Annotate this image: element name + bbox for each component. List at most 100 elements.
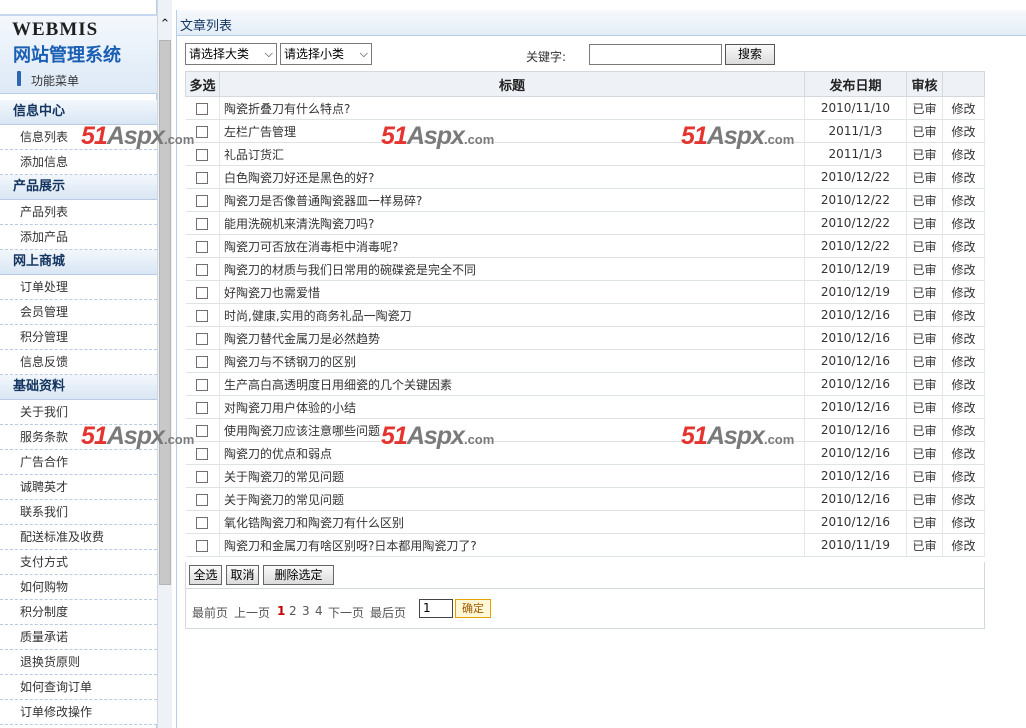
row-title[interactable]: 陶瓷折叠刀有什么特点? — [219, 96, 805, 120]
row-title[interactable]: 对陶瓷刀用户体验的小结 — [219, 395, 805, 419]
row-edit-link[interactable]: 修改 — [942, 510, 985, 534]
nav-group-header[interactable]: 基础资料 — [0, 375, 157, 400]
row-checkbox[interactable] — [196, 102, 209, 115]
row-edit-link[interactable]: 修改 — [942, 257, 985, 281]
pager-page-3[interactable]: 3 — [302, 604, 310, 618]
row-title[interactable]: 关于陶瓷刀的常见问题 — [219, 464, 805, 488]
sidebar-item[interactable]: 如何购物 — [0, 575, 157, 600]
row-title[interactable]: 氧化锆陶瓷刀和陶瓷刀有什么区别 — [219, 510, 805, 534]
row-title[interactable]: 陶瓷刀和金属刀有啥区别呀?日本都用陶瓷刀了? — [219, 533, 805, 557]
row-audit-status[interactable]: 已审 — [906, 165, 943, 189]
row-edit-link[interactable]: 修改 — [942, 487, 985, 511]
sidebar-scrollbar[interactable]: ⌃ — [157, 0, 172, 728]
row-edit-link[interactable]: 修改 — [942, 395, 985, 419]
search-button[interactable]: 搜索 — [725, 44, 775, 65]
sidebar-item[interactable]: 广告合作 — [0, 450, 157, 475]
row-edit-link[interactable]: 修改 — [942, 303, 985, 327]
row-title[interactable]: 礼品订货汇 — [219, 142, 805, 166]
row-edit-link[interactable]: 修改 — [942, 418, 985, 442]
nav-group-header[interactable]: 信息中心 — [0, 100, 157, 125]
row-audit-status[interactable]: 已审 — [906, 211, 943, 235]
row-title[interactable]: 陶瓷刀替代金属刀是必然趋势 — [219, 326, 805, 350]
row-checkbox[interactable] — [196, 125, 209, 138]
sidebar-item[interactable]: 会员管理 — [0, 300, 157, 325]
sidebar-item[interactable]: 积分管理 — [0, 325, 157, 350]
row-title[interactable]: 陶瓷刀的优点和弱点 — [219, 441, 805, 465]
row-audit-status[interactable]: 已审 — [906, 303, 943, 327]
cancel-button[interactable]: 取消 — [226, 565, 259, 585]
row-edit-link[interactable]: 修改 — [942, 188, 985, 212]
sidebar-item[interactable]: 信息反馈 — [0, 350, 157, 375]
keyword-input[interactable] — [589, 44, 722, 65]
row-edit-link[interactable]: 修改 — [942, 211, 985, 235]
row-title[interactable]: 陶瓷刀与不锈钢刀的区别 — [219, 349, 805, 373]
row-edit-link[interactable]: 修改 — [942, 165, 985, 189]
row-checkbox[interactable] — [196, 309, 209, 322]
pager-first[interactable]: 最前页 — [192, 604, 228, 621]
row-edit-link[interactable]: 修改 — [942, 234, 985, 258]
row-checkbox[interactable] — [196, 493, 209, 506]
row-checkbox[interactable] — [196, 240, 209, 253]
row-audit-status[interactable]: 已审 — [906, 280, 943, 304]
row-checkbox[interactable] — [196, 217, 209, 230]
pager-page-4[interactable]: 4 — [315, 604, 323, 618]
row-edit-link[interactable]: 修改 — [942, 326, 985, 350]
nav-group-header[interactable]: 网上商城 — [0, 250, 157, 275]
row-audit-status[interactable]: 已审 — [906, 234, 943, 258]
pager-last[interactable]: 最后页 — [370, 604, 406, 621]
sidebar-item[interactable]: 积分制度 — [0, 600, 157, 625]
nav-group-header[interactable]: 产品展示 — [0, 175, 157, 200]
row-checkbox[interactable] — [196, 194, 209, 207]
row-edit-link[interactable]: 修改 — [942, 280, 985, 304]
row-audit-status[interactable]: 已审 — [906, 188, 943, 212]
pager-next[interactable]: 下一页 — [328, 604, 364, 621]
row-edit-link[interactable]: 修改 — [942, 119, 985, 143]
row-audit-status[interactable]: 已审 — [906, 372, 943, 396]
row-checkbox[interactable] — [196, 378, 209, 391]
row-checkbox[interactable] — [196, 332, 209, 345]
row-title[interactable]: 使用陶瓷刀应该注意哪些问题 — [219, 418, 805, 442]
row-checkbox[interactable] — [196, 424, 209, 437]
row-audit-status[interactable]: 已审 — [906, 257, 943, 281]
row-checkbox[interactable] — [196, 539, 209, 552]
sidebar-item[interactable]: 诚聘英才 — [0, 475, 157, 500]
sidebar-item[interactable]: 如何查询订单 — [0, 675, 157, 700]
row-audit-status[interactable]: 已审 — [906, 326, 943, 350]
sidebar-item[interactable]: 信息列表 — [0, 125, 157, 150]
row-title[interactable]: 关于陶瓷刀的常见问题 — [219, 487, 805, 511]
row-title[interactable]: 生产高白高透明度日用细瓷的几个关键因素 — [219, 372, 805, 396]
subcategory-select[interactable]: 请选择小类 ⌵ — [280, 43, 372, 65]
sidebar-item[interactable]: 产品列表 — [0, 200, 157, 225]
scroll-thumb[interactable] — [159, 40, 171, 585]
page-number-input[interactable]: 1 — [419, 599, 453, 618]
row-edit-link[interactable]: 修改 — [942, 464, 985, 488]
delete-selected-button[interactable]: 删除选定 — [263, 565, 334, 585]
select-all-button[interactable]: 全选 — [189, 565, 222, 585]
sidebar-item[interactable]: 支付方式 — [0, 550, 157, 575]
row-checkbox[interactable] — [196, 401, 209, 414]
row-checkbox[interactable] — [196, 470, 209, 483]
row-title[interactable]: 时尚,健康,实用的商务礼品一陶瓷刀 — [219, 303, 805, 327]
row-edit-link[interactable]: 修改 — [942, 372, 985, 396]
row-checkbox[interactable] — [196, 171, 209, 184]
sidebar-item[interactable]: 关于我们 — [0, 400, 157, 425]
category-select[interactable]: 请选择大类 ⌵ — [185, 43, 277, 65]
row-title[interactable]: 白色陶瓷刀好还是黑色的好? — [219, 165, 805, 189]
row-title[interactable]: 陶瓷刀的材质与我们日常用的碗碟瓷是完全不同 — [219, 257, 805, 281]
pager-page-1[interactable]: 1 — [277, 604, 285, 618]
row-title[interactable]: 陶瓷刀是否像普通陶瓷器皿一样易碎? — [219, 188, 805, 212]
row-title[interactable]: 陶瓷刀可否放在消毒柜中消毒呢? — [219, 234, 805, 258]
row-edit-link[interactable]: 修改 — [942, 533, 985, 557]
row-audit-status[interactable]: 已审 — [906, 119, 943, 143]
row-audit-status[interactable]: 已审 — [906, 510, 943, 534]
sidebar-item[interactable]: 订单修改操作 — [0, 700, 157, 725]
row-edit-link[interactable]: 修改 — [942, 349, 985, 373]
row-audit-status[interactable]: 已审 — [906, 441, 943, 465]
row-audit-status[interactable]: 已审 — [906, 464, 943, 488]
pager-page-2[interactable]: 2 — [289, 604, 297, 618]
row-checkbox[interactable] — [196, 516, 209, 529]
pager-prev[interactable]: 上一页 — [234, 604, 270, 621]
row-edit-link[interactable]: 修改 — [942, 441, 985, 465]
row-title[interactable]: 能用洗碗机来清洗陶瓷刀吗? — [219, 211, 805, 235]
sidebar-item[interactable]: 联系我们 — [0, 500, 157, 525]
